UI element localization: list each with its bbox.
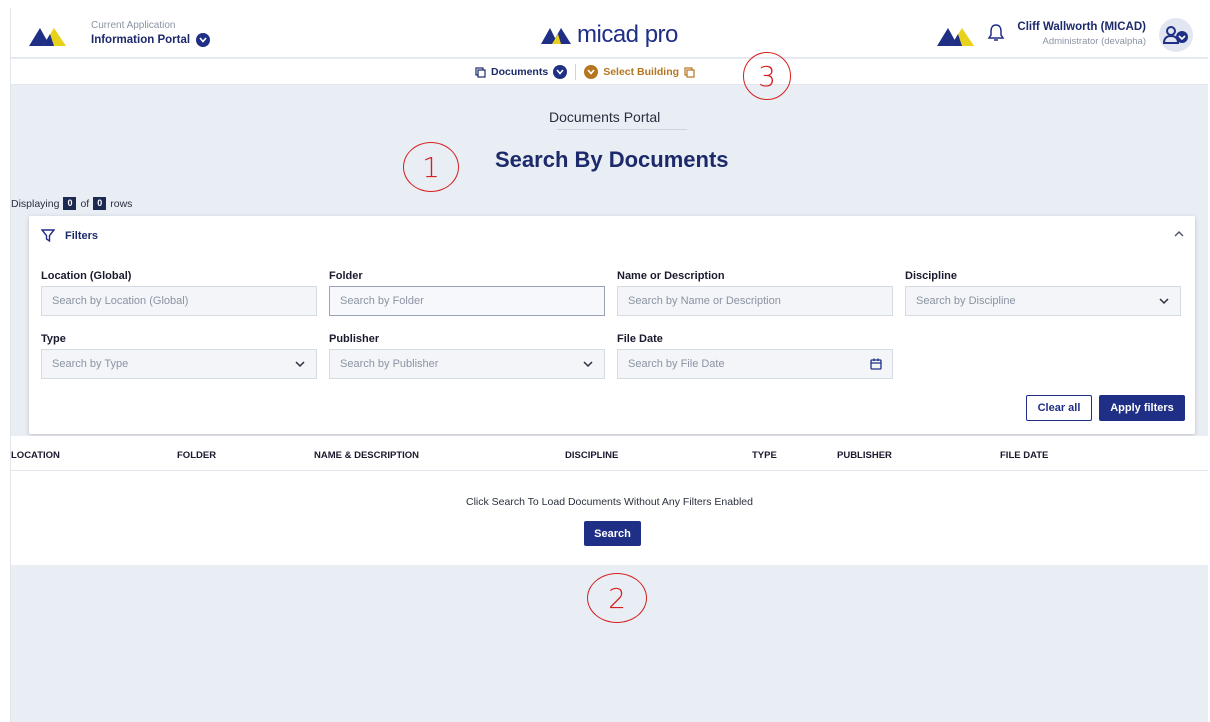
page-title: Search By Documents [495, 147, 729, 172]
file-date-picker[interactable]: Search by File Date [617, 349, 893, 379]
column-header[interactable]: TYPE [752, 450, 777, 461]
annotation-marker-3: 3 [743, 52, 791, 100]
user-name: Cliff Wallworth (MICAD) [1017, 21, 1146, 33]
application-switcher[interactable]: Current Application Information Portal [91, 20, 211, 48]
name-description-input[interactable] [617, 286, 893, 316]
app-caption: Current Application [91, 20, 176, 31]
filters-title: Filters [65, 229, 99, 242]
discipline-select[interactable]: Search by Discipline [905, 286, 1181, 316]
user-info[interactable]: Cliff Wallworth (MICAD) Administrator (d… [1017, 20, 1146, 49]
chevron-up-icon[interactable] [1173, 230, 1185, 238]
chevron-down-icon [583, 361, 593, 368]
column-header[interactable]: PUBLISHER [837, 450, 892, 461]
type-label: Type [41, 333, 66, 345]
copy-icon [475, 66, 486, 78]
folder-label: Folder [329, 270, 363, 282]
filters-panel: Filters Location (Global) Folder Name or… [29, 216, 1195, 434]
column-header[interactable]: LOCATION [11, 450, 60, 461]
total-count-badge: 0 [93, 197, 107, 210]
name-description-label: Name or Description [617, 270, 725, 282]
annotation-marker-2: 2 [587, 573, 647, 623]
documents-menu[interactable]: Documents [475, 65, 568, 79]
folder-input[interactable] [329, 286, 605, 316]
chevron-down-icon [295, 361, 305, 368]
empty-state-message: Click Search To Load Documents Without A… [466, 496, 753, 508]
copy-icon [684, 66, 695, 78]
chevron-down-icon[interactable] [196, 33, 211, 47]
portal-underline [557, 129, 687, 130]
table-header: LOCATION FOLDER NAME & DESCRIPTION DISCI… [11, 436, 1208, 471]
micad-brand-icon [541, 28, 571, 44]
column-header[interactable]: DISCIPLINE [565, 450, 618, 461]
column-header[interactable]: FILE DATE [1000, 450, 1048, 461]
select-building-menu[interactable]: Select Building [584, 65, 695, 79]
chevron-down-icon [1159, 298, 1169, 305]
user-avatar[interactable] [1159, 18, 1193, 52]
bell-icon[interactable] [987, 23, 1005, 43]
publisher-select[interactable]: Search by Publisher [329, 349, 605, 379]
filters-header[interactable]: Filters [41, 229, 98, 242]
portal-name: Documents Portal [549, 109, 661, 125]
subnav-divider [575, 64, 577, 80]
search-button[interactable]: Search [584, 521, 641, 546]
app-name: Information Portal [91, 34, 191, 46]
displayed-count-badge: 0 [63, 197, 77, 210]
publisher-label: Publisher [329, 333, 380, 345]
micad-logo-icon[interactable] [29, 26, 67, 46]
documents-label: Documents [491, 66, 549, 78]
sub-navigation: Documents Select Building [11, 59, 1208, 85]
annotation-marker-1: 1 [403, 142, 459, 192]
row-count: Displaying 0 of 0 rows [11, 197, 133, 210]
results-table: LOCATION FOLDER NAME & DESCRIPTION DISCI… [11, 436, 1208, 565]
top-bar: Current Application Information Portal m… [11, 8, 1208, 58]
apply-filters-button[interactable]: Apply filters [1099, 395, 1185, 421]
filter-icon [41, 229, 55, 242]
column-header[interactable]: NAME & DESCRIPTION [314, 450, 419, 461]
location-input[interactable] [41, 286, 317, 316]
clear-all-button[interactable]: Clear all [1026, 395, 1092, 421]
column-header[interactable]: FOLDER [177, 450, 216, 461]
micad-logo-right-icon [937, 28, 974, 46]
chevron-down-icon[interactable] [553, 65, 568, 79]
discipline-label: Discipline [905, 270, 957, 282]
brand-logo: micad pro [541, 22, 678, 48]
chevron-down-icon[interactable] [584, 65, 599, 79]
user-role: Administrator (devalpha) [1042, 36, 1147, 47]
user-menu-icon [1163, 26, 1188, 44]
location-label: Location (Global) [41, 270, 132, 282]
file-date-label: File Date [617, 333, 663, 345]
type-select[interactable]: Search by Type [41, 349, 317, 379]
select-building-label: Select Building [603, 66, 680, 78]
calendar-icon[interactable] [870, 358, 882, 370]
app-window: Current Application Information Portal m… [10, 8, 1208, 722]
brand-text: micad pro [577, 21, 678, 48]
